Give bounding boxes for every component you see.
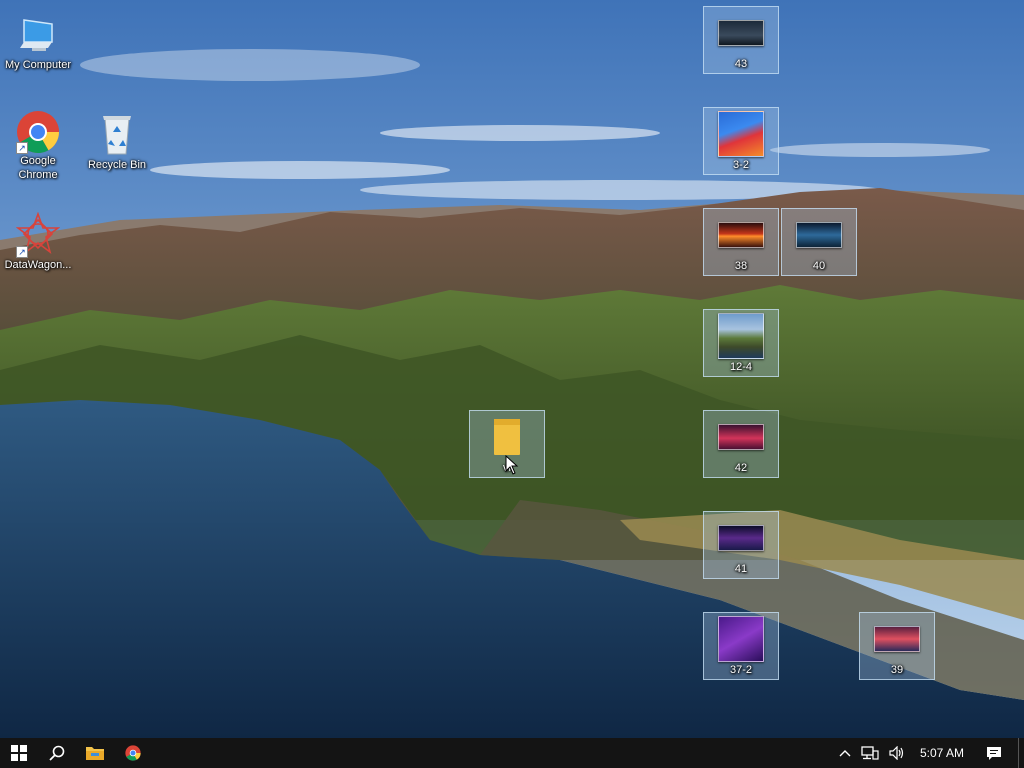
datawagon-star-icon: ↗ bbox=[14, 210, 62, 258]
icon-label: 39 bbox=[890, 664, 904, 676]
image-thumbnail-icon bbox=[717, 9, 765, 57]
chrome-icon: ↗ bbox=[14, 110, 62, 154]
notification-icon bbox=[987, 746, 1001, 760]
action-center-button[interactable] bbox=[974, 738, 1014, 768]
file-explorer-button[interactable] bbox=[76, 738, 114, 768]
recycle-bin-icon-tile[interactable]: Recycle Bin bbox=[79, 108, 155, 176]
mouse-cursor-icon bbox=[505, 455, 519, 475]
windows-logo-icon bbox=[11, 745, 27, 761]
chrome-button[interactable] bbox=[114, 738, 152, 768]
image-file-38[interactable]: 38 bbox=[703, 208, 779, 276]
image-file-41[interactable]: 41 bbox=[703, 511, 779, 579]
image-file-39[interactable]: 39 bbox=[859, 612, 935, 680]
shortcut-arrow-icon: ↗ bbox=[16, 246, 28, 258]
image-thumbnail-icon bbox=[795, 211, 843, 259]
image-file-43[interactable]: 43 bbox=[703, 6, 779, 74]
taskbar: 5:07 AM bbox=[0, 738, 1024, 768]
monitor-icon bbox=[14, 10, 62, 58]
icon-label: Recycle Bin bbox=[87, 159, 147, 171]
search-icon bbox=[49, 745, 65, 761]
icon-label: 37-2 bbox=[729, 664, 753, 676]
icon-label: 12-4 bbox=[729, 361, 753, 373]
image-thumbnail-icon bbox=[717, 211, 765, 259]
network-icon bbox=[861, 746, 879, 760]
google-chrome-icon-tile[interactable]: ↗ Google Chrome bbox=[0, 108, 76, 181]
icon-label: My Computer bbox=[4, 59, 72, 71]
image-thumbnail-icon bbox=[873, 615, 921, 663]
shortcut-arrow-icon: ↗ bbox=[16, 142, 28, 154]
show-hidden-icons-button[interactable] bbox=[834, 738, 856, 768]
search-button[interactable] bbox=[38, 738, 76, 768]
image-file-37-2[interactable]: 37-2 bbox=[703, 612, 779, 680]
system-tray: 5:07 AM bbox=[834, 738, 1024, 768]
image-thumbnail-icon bbox=[717, 413, 765, 461]
my-computer-icon-tile[interactable]: My Computer bbox=[0, 8, 76, 76]
image-file-12-4[interactable]: 12-4 bbox=[703, 309, 779, 377]
image-file-42[interactable]: 42 bbox=[703, 410, 779, 478]
image-file-3-2[interactable]: 3-2 bbox=[703, 107, 779, 175]
network-button[interactable] bbox=[856, 738, 884, 768]
icon-label: 43 bbox=[734, 58, 748, 70]
chevron-up-icon bbox=[839, 750, 851, 757]
folder-icon bbox=[86, 747, 104, 760]
image-file-40[interactable]: 40 bbox=[781, 208, 857, 276]
icon-label: Google Chrome bbox=[18, 155, 58, 181]
icon-label: 41 bbox=[734, 563, 748, 575]
recycle-bin-icon bbox=[93, 110, 141, 158]
image-thumbnail-icon bbox=[717, 514, 765, 562]
image-thumbnail-icon bbox=[717, 110, 765, 158]
chrome-icon bbox=[125, 745, 141, 761]
show-desktop-button[interactable] bbox=[1018, 738, 1024, 768]
folder-icon bbox=[483, 413, 531, 461]
image-thumbnail-icon bbox=[717, 615, 765, 663]
datawagon-icon-tile[interactable]: ↗ DataWagon... bbox=[0, 208, 76, 276]
icon-label: 38 bbox=[734, 260, 748, 272]
speaker-icon bbox=[889, 746, 904, 760]
icon-label: 40 bbox=[812, 260, 826, 272]
image-thumbnail-icon bbox=[717, 312, 765, 360]
start-button[interactable] bbox=[0, 738, 38, 768]
icon-label: 42 bbox=[734, 462, 748, 474]
icon-label: 3-2 bbox=[733, 159, 749, 171]
icon-label: DataWagon... bbox=[4, 259, 72, 271]
clock[interactable]: 5:07 AM bbox=[910, 738, 974, 768]
volume-button[interactable] bbox=[884, 738, 910, 768]
